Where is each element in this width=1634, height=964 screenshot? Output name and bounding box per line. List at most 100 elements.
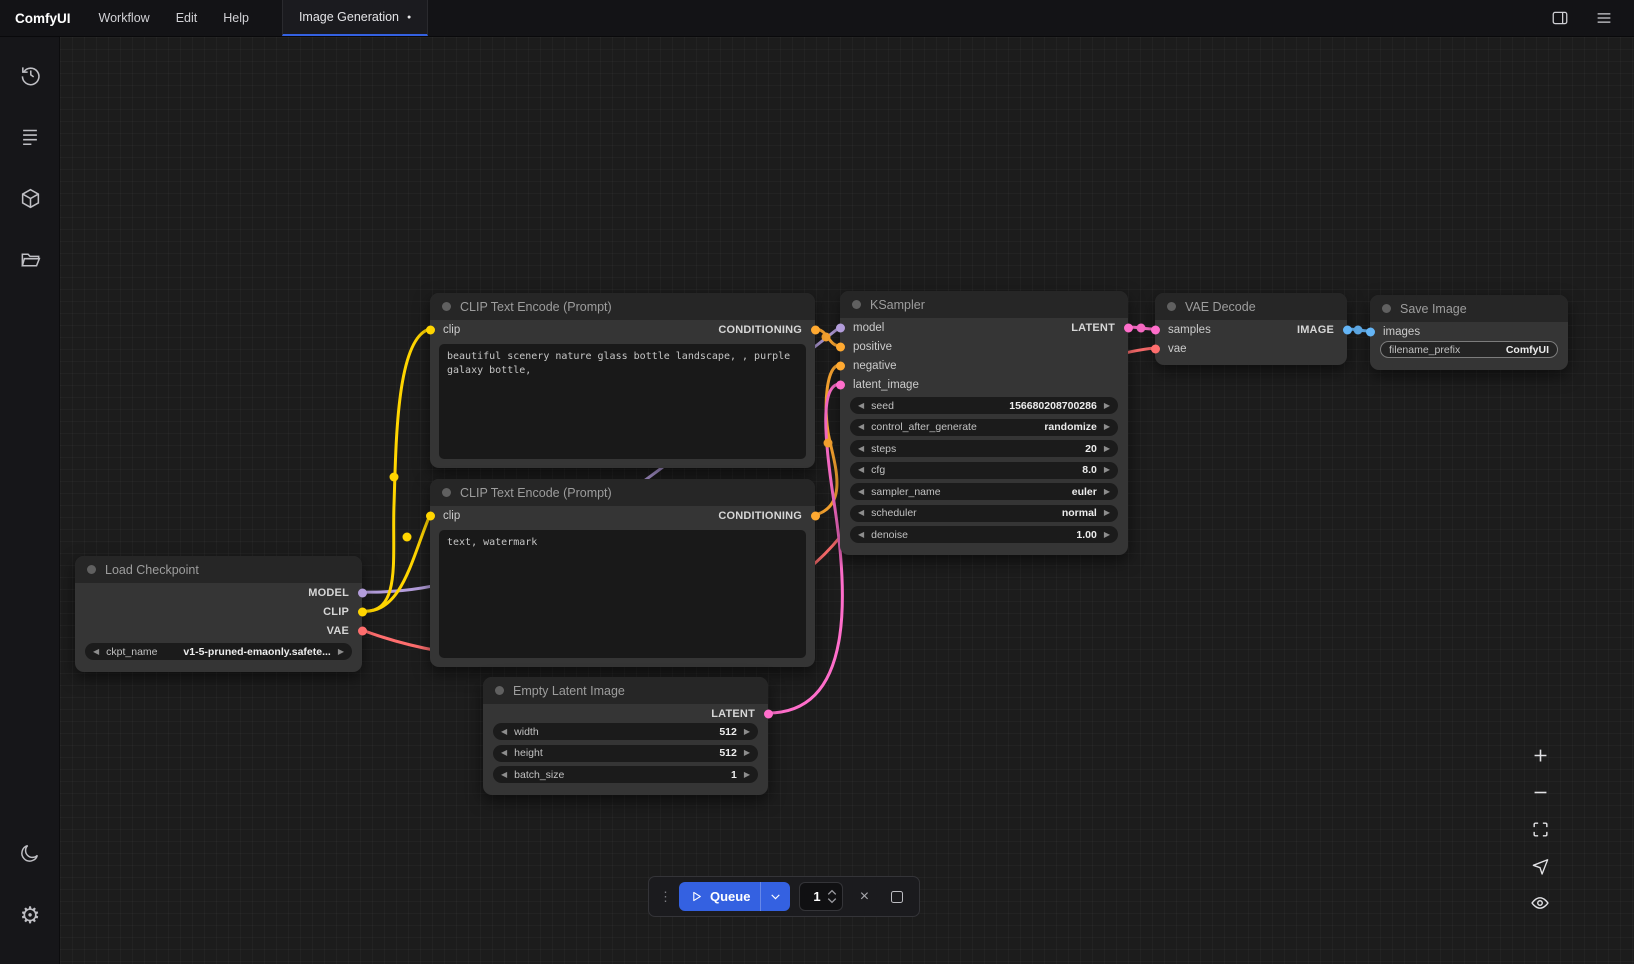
fit-view-icon[interactable] (1528, 818, 1552, 840)
widget-scheduler[interactable]: ◀ scheduler normal ▶ (850, 505, 1118, 522)
node-empty-latent-image[interactable]: Empty Latent Image LATENT ◀ width 512 ▶ … (483, 677, 768, 795)
node-clip-text-encode-positive[interactable]: CLIP Text Encode (Prompt) clip CONDITION… (430, 293, 815, 468)
node-header[interactable]: KSampler (840, 291, 1128, 318)
panel-toggle-icon[interactable] (1550, 8, 1570, 28)
widget-steps[interactable]: ◀ steps 20 ▶ (850, 440, 1118, 457)
zoom-out-icon[interactable] (1528, 781, 1552, 803)
increment-arrow-icon[interactable]: ▶ (744, 728, 750, 736)
decrement-icon[interactable] (827, 897, 837, 904)
clear-queue-icon[interactable]: × (852, 885, 876, 909)
decrement-arrow-icon[interactable]: ◀ (501, 728, 507, 736)
node-save-image[interactable]: Save Image images filename_prefix ComfyU… (1370, 295, 1568, 370)
collapse-dot[interactable] (442, 488, 451, 497)
collapse-dot[interactable] (442, 302, 451, 311)
node-graph-canvas[interactable]: Load Checkpoint MODEL CLIP VAE ◀ ckpt_na… (60, 37, 1634, 964)
increment-arrow-icon[interactable]: ▶ (1104, 488, 1110, 496)
decrement-arrow-icon[interactable]: ◀ (858, 531, 864, 539)
negative-prompt-textarea[interactable]: text, watermark (439, 530, 806, 658)
node-header[interactable]: Save Image (1370, 295, 1568, 322)
queue-list-icon[interactable] (0, 113, 60, 159)
stop-icon[interactable] (885, 885, 909, 909)
queue-options-chevron-icon[interactable] (760, 882, 790, 911)
port-latent-output[interactable] (764, 709, 773, 718)
collapse-dot[interactable] (852, 300, 861, 309)
widget-width[interactable]: ◀ width 512 ▶ (493, 723, 758, 740)
decrement-arrow-icon[interactable]: ◀ (858, 509, 864, 517)
node-vae-decode[interactable]: VAE Decode samples IMAGE vae (1155, 293, 1347, 365)
drag-handle-icon[interactable]: ⋮ (659, 889, 670, 905)
node-header[interactable]: Empty Latent Image (483, 677, 768, 704)
queue-button[interactable]: Queue (679, 882, 790, 911)
port-model-output[interactable] (358, 588, 367, 597)
increment-arrow-icon[interactable]: ▶ (1104, 445, 1110, 453)
node-ksampler[interactable]: KSampler model LATENT positive negative … (840, 291, 1128, 555)
increment-arrow-icon[interactable]: ▶ (1104, 509, 1110, 517)
collapse-dot[interactable] (1167, 302, 1176, 311)
widget-denoise[interactable]: ◀ denoise 1.00 ▶ (850, 526, 1118, 543)
hamburger-menu-icon[interactable] (1594, 8, 1614, 28)
toggle-visibility-eye-icon[interactable] (1528, 892, 1552, 914)
port-conditioning-output[interactable] (811, 511, 820, 520)
model-library-cube-icon[interactable] (0, 175, 60, 221)
increment-arrow-icon[interactable]: ▶ (338, 648, 344, 656)
port-clip-input[interactable] (426, 511, 435, 520)
increment-arrow-icon[interactable]: ▶ (1104, 466, 1110, 474)
widget-sampler-name[interactable]: ◀ sampler_name euler ▶ (850, 483, 1118, 500)
collapse-dot[interactable] (87, 565, 96, 574)
decrement-arrow-icon[interactable]: ◀ (501, 771, 507, 779)
increment-icon[interactable] (827, 889, 837, 896)
increment-arrow-icon[interactable]: ▶ (1104, 423, 1110, 431)
menu-workflow[interactable]: Workflow (86, 0, 163, 36)
positive-prompt-textarea[interactable]: beautiful scenery nature glass bottle la… (439, 344, 806, 459)
collapse-dot[interactable] (495, 686, 504, 695)
widget-control-after-generate[interactable]: ◀ control_after_generate randomize ▶ (850, 419, 1118, 436)
port-image-output[interactable] (1343, 325, 1352, 334)
increment-arrow-icon[interactable]: ▶ (1104, 402, 1110, 410)
decrement-arrow-icon[interactable]: ◀ (858, 466, 864, 474)
collapse-dot[interactable] (1382, 304, 1391, 313)
node-load-checkpoint[interactable]: Load Checkpoint MODEL CLIP VAE ◀ ckpt_na… (75, 556, 362, 672)
node-header[interactable]: CLIP Text Encode (Prompt) (430, 293, 815, 320)
theme-toggle-moon-icon[interactable] (0, 830, 60, 876)
node-header[interactable]: CLIP Text Encode (Prompt) (430, 479, 815, 506)
port-images-input[interactable] (1366, 327, 1375, 336)
port-vae-input[interactable] (1151, 344, 1160, 353)
decrement-arrow-icon[interactable]: ◀ (858, 423, 864, 431)
widget-cfg[interactable]: ◀ cfg 8.0 ▶ (850, 462, 1118, 479)
increment-arrow-icon[interactable]: ▶ (1104, 531, 1110, 539)
port-negative-input[interactable] (836, 361, 845, 370)
widget-height[interactable]: ◀ height 512 ▶ (493, 745, 758, 762)
zoom-in-icon[interactable] (1528, 744, 1552, 766)
decrement-arrow-icon[interactable]: ◀ (93, 648, 99, 656)
node-header[interactable]: Load Checkpoint (75, 556, 362, 583)
decrement-arrow-icon[interactable]: ◀ (501, 749, 507, 757)
port-model-input[interactable] (836, 323, 845, 332)
decrement-arrow-icon[interactable]: ◀ (858, 445, 864, 453)
port-conditioning-output[interactable] (811, 325, 820, 334)
increment-arrow-icon[interactable]: ▶ (744, 771, 750, 779)
widget-filename-prefix[interactable]: filename_prefix ComfyUI (1380, 341, 1558, 358)
tab-image-generation[interactable]: Image Generation ● (282, 0, 428, 36)
decrement-arrow-icon[interactable]: ◀ (858, 488, 864, 496)
node-header[interactable]: VAE Decode (1155, 293, 1347, 320)
settings-gear-icon[interactable]: ⚙ (0, 892, 60, 938)
workflows-folder-icon[interactable] (0, 237, 60, 283)
port-latent-output[interactable] (1124, 323, 1133, 332)
node-clip-text-encode-negative[interactable]: CLIP Text Encode (Prompt) clip CONDITION… (430, 479, 815, 667)
port-latent-image-input[interactable] (836, 380, 845, 389)
menu-help[interactable]: Help (210, 0, 262, 36)
select-pointer-icon[interactable] (1528, 855, 1552, 877)
widget-batch-size[interactable]: ◀ batch_size 1 ▶ (493, 766, 758, 783)
port-vae-output[interactable] (358, 626, 367, 635)
port-clip-output[interactable] (358, 607, 367, 616)
history-icon[interactable] (0, 51, 60, 97)
decrement-arrow-icon[interactable]: ◀ (858, 402, 864, 410)
widget-seed[interactable]: ◀ seed 156680208700286 ▶ (850, 397, 1118, 414)
widget-ckpt-name[interactable]: ◀ ckpt_name v1-5-pruned-emaonly.safete..… (85, 643, 352, 660)
menu-edit[interactable]: Edit (163, 0, 211, 36)
port-clip-input[interactable] (426, 325, 435, 334)
port-samples-input[interactable] (1151, 325, 1160, 334)
port-positive-input[interactable] (836, 342, 845, 351)
batch-count-stepper[interactable]: 1 (799, 882, 843, 911)
increment-arrow-icon[interactable]: ▶ (744, 749, 750, 757)
